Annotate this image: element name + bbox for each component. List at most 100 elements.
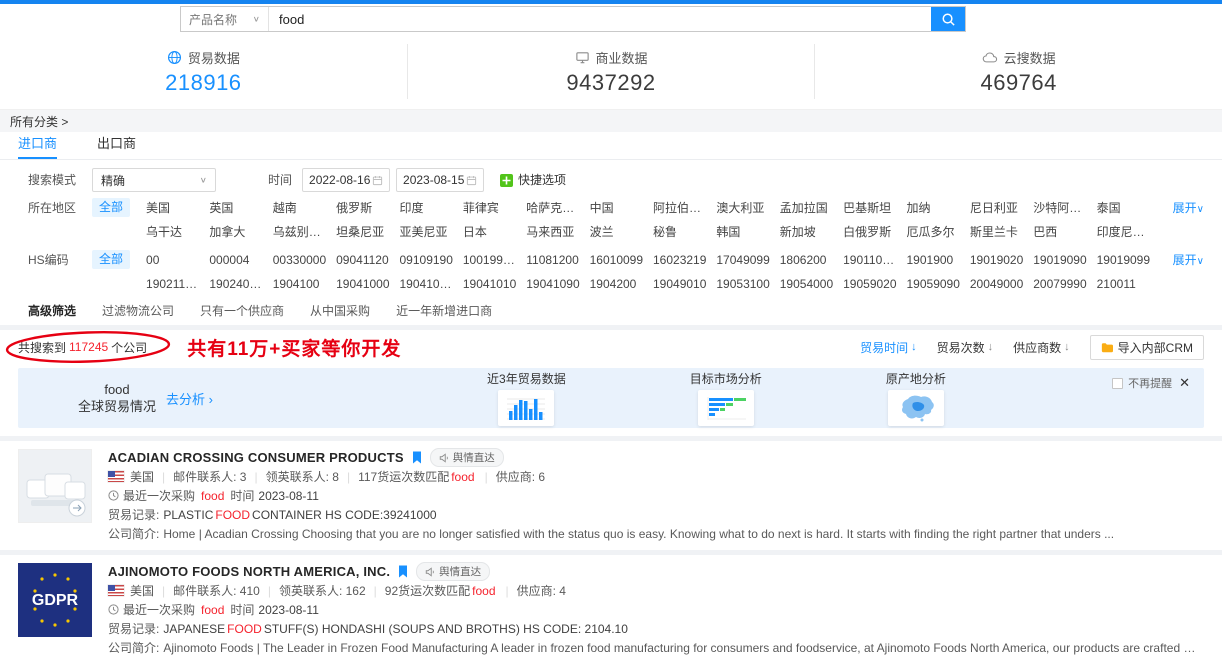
search-mode-select[interactable]: 精确 ∨ — [92, 168, 216, 192]
email-contacts[interactable]: 邮件联系人: 410 — [173, 582, 260, 599]
hs-code-item[interactable]: 19019099 — [1097, 248, 1154, 272]
stat-trade-data[interactable]: 贸易数据 218916 — [0, 34, 407, 109]
hs-code-item[interactable]: 1902400000 — [209, 272, 266, 296]
hs-code-item[interactable]: 1901900 — [907, 248, 964, 272]
date-to-input[interactable]: 2023-08-15 — [396, 168, 484, 192]
target-market-chart-card[interactable] — [698, 390, 754, 426]
hs-code-item[interactable]: 19041000 — [336, 272, 393, 296]
hs-code-item[interactable]: 09041120 — [336, 248, 393, 272]
quick-options-button[interactable]: 快捷选项 — [500, 168, 566, 192]
company-name[interactable]: ACADIAN CROSSING CONSUMER PRODUCTS — [108, 450, 404, 465]
region-item[interactable]: 孟加拉国 — [780, 196, 837, 220]
shipments-matched[interactable]: 92货运次数匹配 — [385, 582, 470, 599]
origin-analysis-card[interactable] — [888, 390, 944, 426]
hs-code-item[interactable]: 09109190 — [400, 248, 457, 272]
quick-filter-item[interactable]: 从中国采购 — [310, 302, 370, 319]
sort-trade-count[interactable]: 贸易次数↓ — [937, 339, 994, 356]
dont-remind-checkbox[interactable] — [1112, 378, 1123, 389]
stat-business-data[interactable]: 商业数据 9437292 — [408, 34, 815, 109]
hs-code-item[interactable]: 19059020 — [843, 272, 900, 296]
linkedin-contacts[interactable]: 领英联系人: 162 — [279, 582, 366, 599]
hs-code-item[interactable]: 00330000 — [273, 248, 330, 272]
breadcrumb[interactable]: 所有分类 > — [0, 110, 1222, 132]
sort-trade-time[interactable]: 贸易时间↓ — [860, 339, 917, 356]
search-category-dropdown[interactable]: 产品名称 ∨ — [181, 7, 269, 31]
region-item[interactable]: 菲律宾 — [463, 196, 520, 220]
hs-code-item[interactable]: 1902114000 — [146, 272, 203, 296]
region-item[interactable]: 亚美尼亚 — [400, 220, 457, 244]
region-item[interactable]: 斯里兰卡 — [970, 220, 1027, 244]
advanced-filter-button[interactable]: 高级筛选 — [28, 302, 76, 319]
hs-code-item[interactable]: 11081200 — [526, 248, 583, 272]
region-item[interactable]: 巴基斯坦 — [843, 196, 900, 220]
stat-cloud-search-data[interactable]: 云搜数据 469764 — [815, 34, 1222, 109]
close-icon[interactable]: ✕ — [1179, 375, 1190, 391]
hs-code-item[interactable]: 20079990 — [1033, 272, 1090, 296]
hs-code-item[interactable]: 1806200 — [780, 248, 837, 272]
supplier-count[interactable]: 供应商: 4 — [517, 582, 566, 599]
hs-code-item[interactable]: 1904100000 — [400, 272, 457, 296]
search-button[interactable] — [931, 7, 965, 31]
region-item[interactable]: 波兰 — [590, 220, 647, 244]
linkedin-contacts[interactable]: 领英联系人: 8 — [266, 468, 339, 485]
company-photo[interactable] — [18, 449, 92, 523]
region-item[interactable]: 泰国 — [1097, 196, 1154, 220]
sentiment-badge[interactable]: 舆情直达 — [430, 448, 504, 467]
search-input[interactable] — [269, 7, 931, 31]
region-item[interactable]: 中国 — [590, 196, 647, 220]
hs-code-item[interactable]: 16023219 — [653, 248, 710, 272]
region-item[interactable]: 秘鲁 — [653, 220, 710, 244]
hs-code-item[interactable]: 19059090 — [907, 272, 964, 296]
hs-code-item[interactable]: 19054000 — [780, 272, 837, 296]
trade-data-chart-card[interactable] — [498, 390, 554, 426]
region-item[interactable]: 韩国 — [716, 220, 773, 244]
quick-filter-item[interactable]: 只有一个供应商 — [200, 302, 284, 319]
region-expand-link[interactable]: 展开∨ — [1154, 196, 1204, 222]
region-all-filter[interactable]: 全部 — [92, 198, 130, 217]
email-contacts[interactable]: 邮件联系人: 3 — [173, 468, 246, 485]
bookmark-icon[interactable] — [398, 565, 408, 578]
sort-supplier-count[interactable]: 供应商数↓ — [1013, 339, 1070, 356]
hs-code-item[interactable]: 19041090 — [526, 272, 583, 296]
quick-filter-item[interactable]: 过滤物流公司 — [102, 302, 174, 319]
hs-code-item[interactable]: 19019020 — [970, 248, 1027, 272]
sentiment-badge[interactable]: 舆情直达 — [416, 562, 490, 581]
region-item[interactable]: 沙特阿拉伯 — [1033, 196, 1090, 220]
hs-all-filter[interactable]: 全部 — [92, 250, 130, 269]
region-item[interactable]: 巴西 — [1033, 220, 1090, 244]
hs-code-item[interactable]: 19049010 — [653, 272, 710, 296]
hs-expand-link[interactable]: 展开∨ — [1154, 248, 1204, 274]
region-item[interactable]: 越南 — [273, 196, 330, 220]
region-item[interactable]: 俄罗斯 — [336, 196, 393, 220]
region-item[interactable]: 英国 — [209, 196, 266, 220]
hs-code-item[interactable]: 1001990000 — [463, 248, 520, 272]
region-item[interactable]: 新加坡 — [780, 220, 837, 244]
region-item[interactable]: 坦桑尼亚 — [336, 220, 393, 244]
hs-code-item[interactable]: 210011 — [1097, 272, 1154, 296]
region-item[interactable]: 哈萨克斯坦 — [526, 196, 583, 220]
region-item[interactable]: 澳大利亚 — [716, 196, 773, 220]
tab-importer[interactable]: 进口商 — [18, 133, 57, 159]
region-item[interactable]: 马来西亚 — [526, 220, 583, 244]
tab-exporter[interactable]: 出口商 — [97, 133, 136, 159]
region-item[interactable]: 厄瓜多尔 — [907, 220, 964, 244]
hs-code-item[interactable]: 19053100 — [716, 272, 773, 296]
hs-code-item[interactable]: 1901100000 — [843, 248, 900, 272]
hs-code-item[interactable]: 19041010 — [463, 272, 520, 296]
region-item[interactable]: 美国 — [146, 196, 203, 220]
hs-code-item[interactable]: 000004 — [209, 248, 266, 272]
hs-code-item[interactable]: 19019090 — [1033, 248, 1090, 272]
region-item[interactable]: 尼日利亚 — [970, 196, 1027, 220]
analyze-link[interactable]: 去分析 › — [166, 389, 213, 408]
hs-code-item[interactable]: 20049000 — [970, 272, 1027, 296]
region-item[interactable]: 日本 — [463, 220, 520, 244]
import-crm-button[interactable]: 导入内部CRM — [1090, 335, 1204, 360]
hs-code-item[interactable]: 17049099 — [716, 248, 773, 272]
company-logo[interactable]: GDPR — [18, 563, 92, 637]
region-item[interactable]: 印度尼西亚 — [1097, 220, 1154, 244]
region-item[interactable]: 乌兹别克斯坦 — [273, 220, 330, 244]
shipments-matched[interactable]: 117货运次数匹配 — [358, 468, 449, 485]
supplier-count[interactable]: 供应商: 6 — [496, 468, 545, 485]
hs-code-item[interactable]: 1904200 — [590, 272, 647, 296]
bookmark-icon[interactable] — [412, 451, 422, 464]
